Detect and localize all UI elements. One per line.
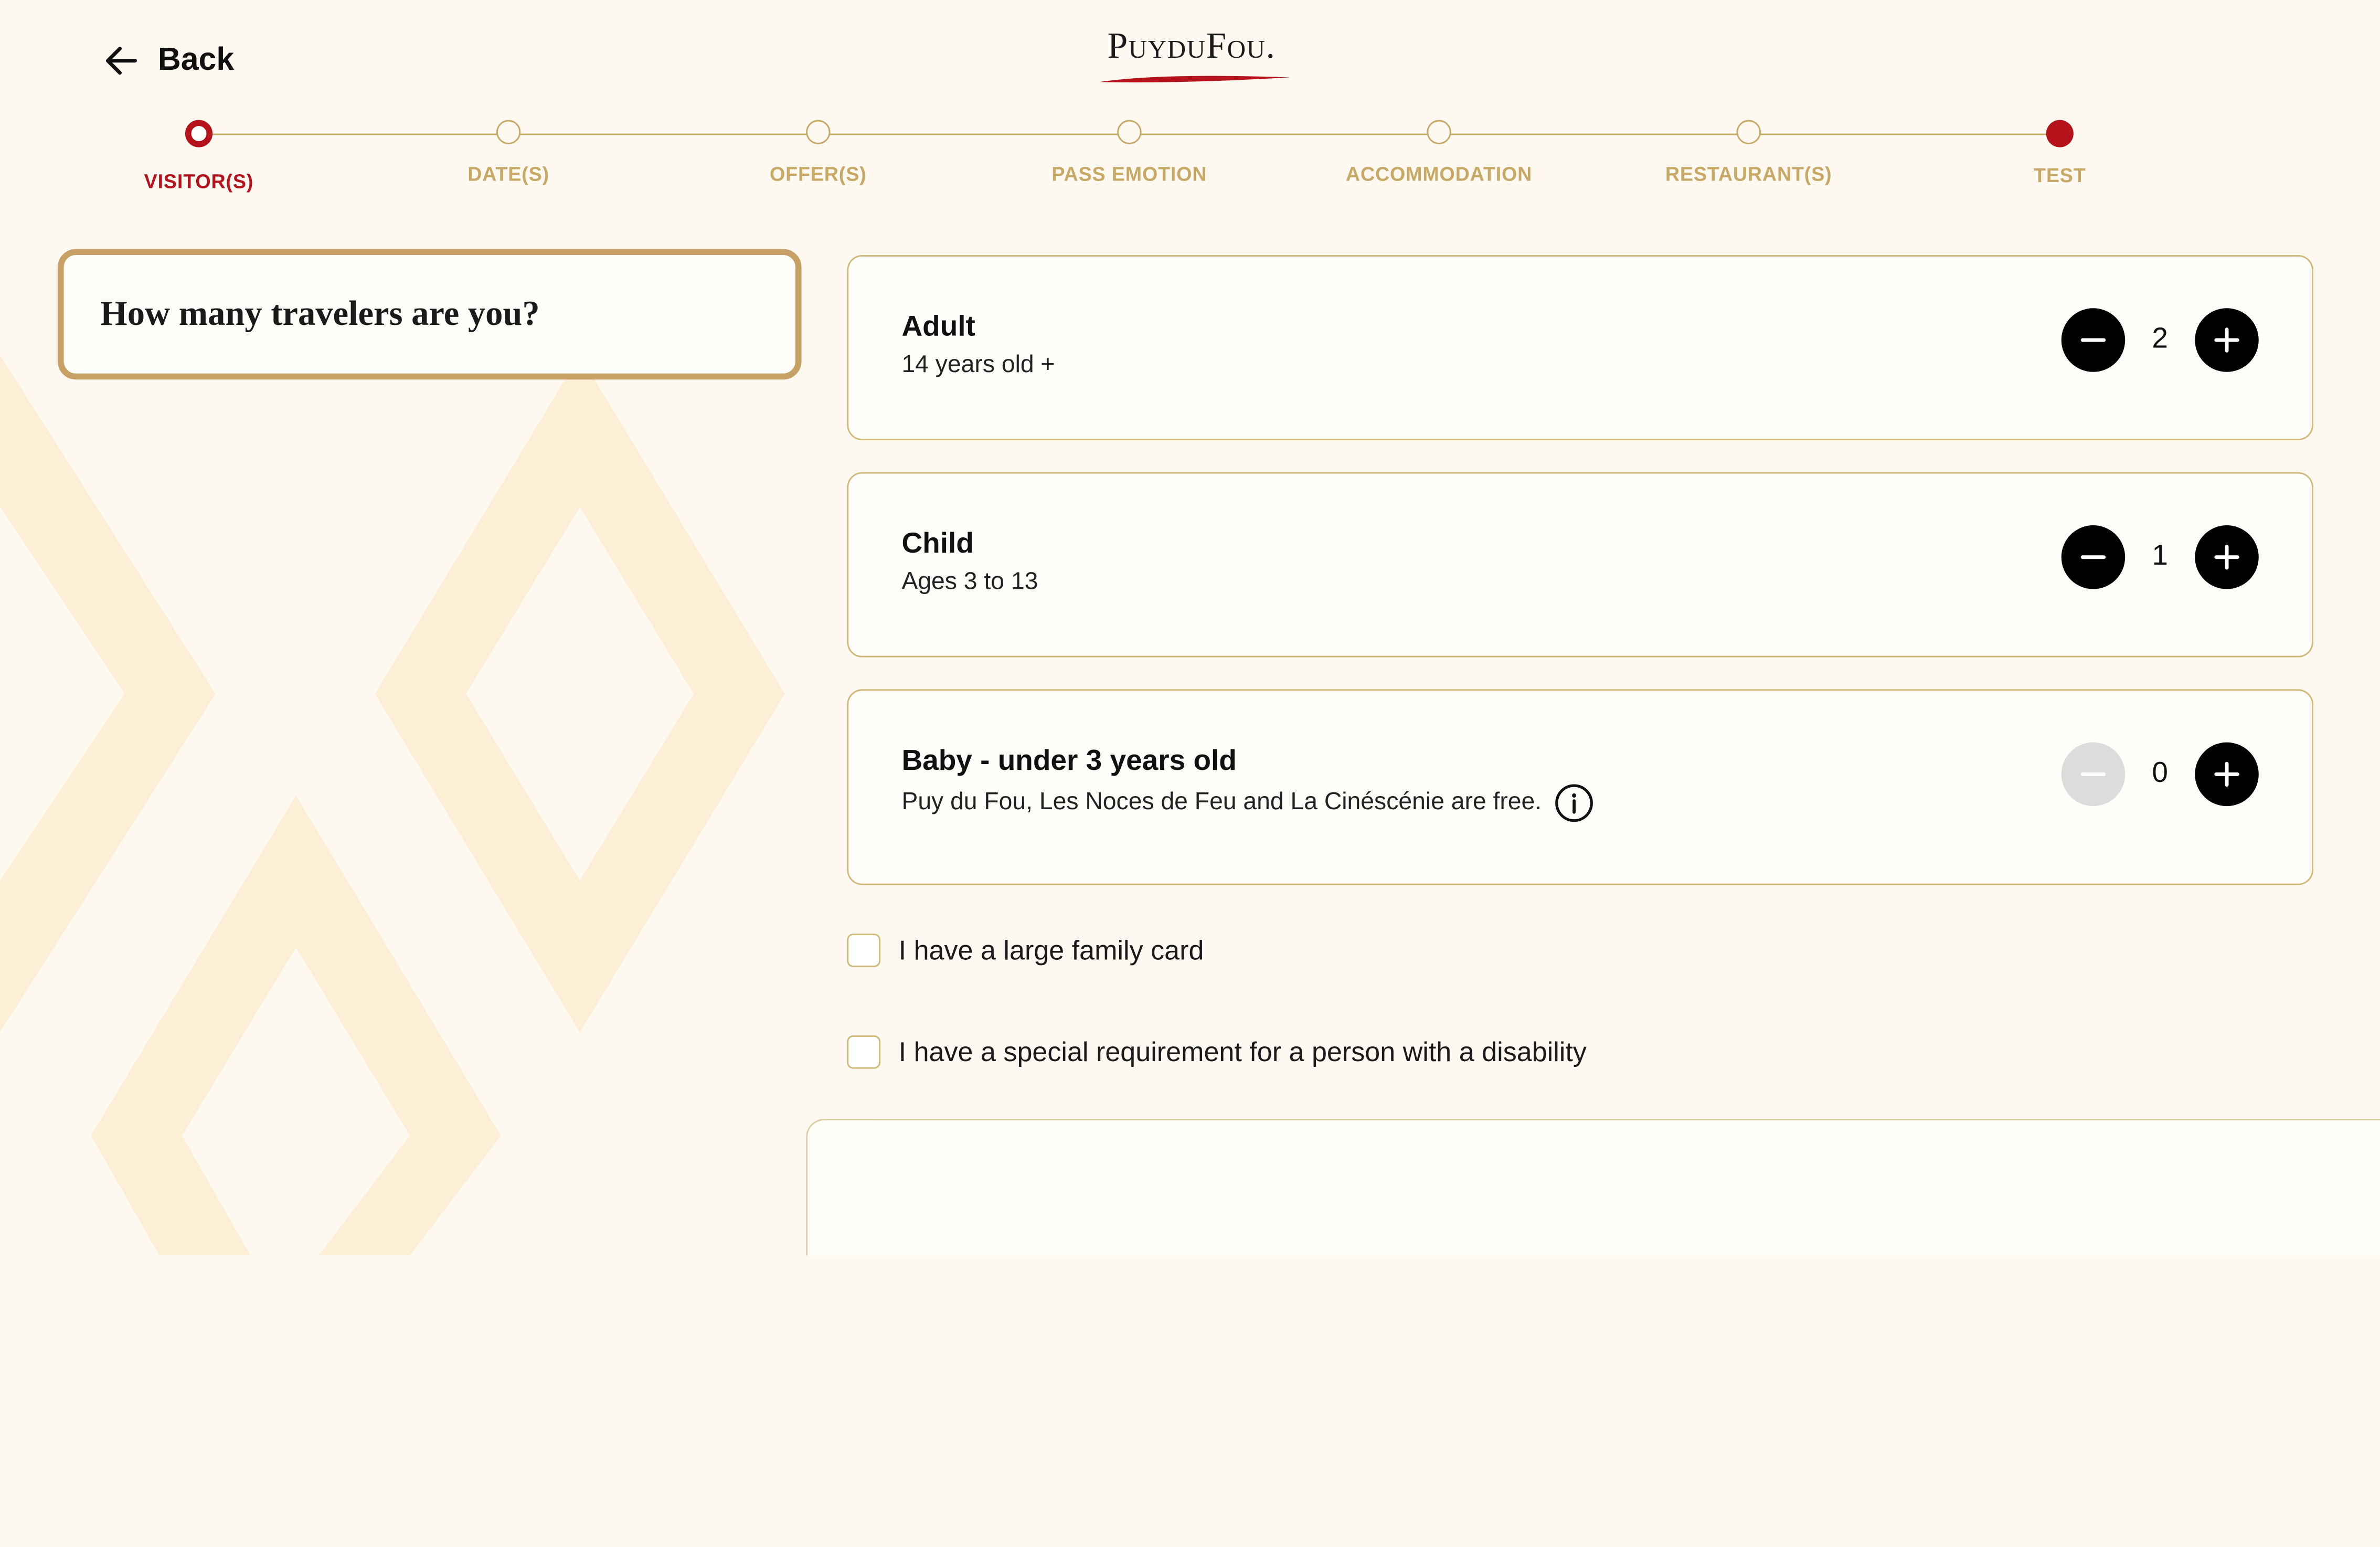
minus-icon (2080, 772, 2106, 776)
pattern-chevron-left (0, 355, 216, 1033)
step-label: TEST (2033, 164, 2086, 187)
disability-checkbox[interactable] (847, 1035, 880, 1069)
traveler-subtitle: Puy du Fou, Les Noces de Feu and La Ciné… (901, 783, 1593, 823)
traveler-subtitle: 14 years old + (901, 352, 1055, 379)
back-button[interactable]: Back (103, 43, 234, 79)
step-pass-emotion[interactable]: PASS EMOTION (978, 115, 1281, 185)
logo-brushstroke-icon (1099, 76, 1291, 82)
step-dot (1117, 120, 1142, 144)
info-icon[interactable] (1554, 783, 1593, 823)
traveler-title: Child (901, 528, 974, 560)
plus-icon (2214, 327, 2239, 353)
counter-value: 0 (2152, 757, 2169, 790)
increment-button[interactable] (2195, 742, 2259, 807)
progress-stepper: VISITOR(S) DATE(S) OFFER(S) PASS EMOTION… (0, 115, 2380, 207)
increment-button[interactable] (2195, 308, 2259, 372)
increment-button[interactable] (2195, 525, 2259, 589)
decrement-button[interactable] (2061, 308, 2126, 372)
plus-icon (2214, 545, 2239, 570)
step-label: DATE(S) (468, 162, 550, 185)
counter-value: 2 (2152, 323, 2169, 355)
step-test[interactable]: TEST (1908, 115, 2212, 187)
traveler-counter: 1 (2061, 525, 2259, 589)
decrement-button[interactable] (2061, 525, 2126, 589)
step-dot (496, 120, 521, 144)
puy-du-fou-logo: PuyduFou. (1062, 24, 1321, 91)
traveler-card-child: Child Ages 3 to 13 1 (847, 472, 2313, 658)
traveler-subtitle: Ages 3 to 13 (901, 569, 1038, 597)
traveler-card-baby: Baby - under 3 years old Puy du Fou, Les… (847, 689, 2313, 885)
step-label: PASS EMOTION (1051, 162, 1207, 185)
step-dot (2046, 120, 2074, 147)
back-label: Back (157, 43, 235, 78)
large-family-label: I have a large family card (898, 934, 1204, 965)
step-dot (806, 120, 831, 144)
step-dot (1427, 120, 1451, 144)
page: Back PuyduFou. VISITOR(S) DATE(S) OFFER(… (0, 0, 2380, 1547)
step-accommodation[interactable]: ACCOMMODATION (1287, 115, 1591, 185)
traveler-card-adult: Adult 14 years old + 2 (847, 255, 2313, 440)
decrement-button[interactable] (2061, 742, 2126, 807)
page-footer-area (0, 1255, 2380, 1547)
step-dates[interactable]: DATE(S) (357, 115, 661, 185)
step-offers[interactable]: OFFER(S) (666, 115, 970, 185)
large-family-checkbox-row[interactable]: I have a large family card (847, 934, 1204, 967)
large-family-checkbox[interactable] (847, 934, 880, 967)
traveler-counter: 0 (2061, 742, 2259, 807)
pattern-diamond-upper (375, 355, 785, 1033)
pattern-diamond-lower (91, 795, 501, 1256)
disability-label: I have a special requirement for a perso… (898, 1036, 1587, 1067)
traveler-title: Adult (901, 311, 975, 343)
traveler-title: Baby - under 3 years old (901, 745, 1237, 778)
step-dot (1736, 120, 1761, 144)
step-visitors[interactable]: VISITOR(S) (47, 115, 351, 193)
plus-icon (2214, 761, 2239, 787)
disability-checkbox-row[interactable]: I have a special requirement for a perso… (847, 1035, 1587, 1069)
arrow-left-icon (105, 47, 137, 75)
step-label: VISITOR(S) (144, 170, 254, 193)
question-box: How many travelers are you? (57, 249, 802, 380)
step-label: ACCOMMODATION (1345, 162, 1533, 185)
counter-value: 1 (2152, 540, 2169, 573)
step-restaurants[interactable]: RESTAURANT(S) (1597, 115, 1900, 185)
traveler-counter: 2 (2061, 308, 2259, 372)
step-label: OFFER(S) (770, 162, 867, 185)
minus-icon (2080, 338, 2106, 342)
minus-icon (2080, 555, 2106, 559)
traveler-subtitle-text: 14 years old + (901, 352, 1055, 378)
traveler-subtitle-text: Puy du Fou, Les Noces de Feu and La Ciné… (901, 789, 1542, 815)
traveler-subtitle-text: Ages 3 to 13 (901, 569, 1038, 596)
step-dot (185, 120, 213, 147)
logo-text: PuyduFou. (1107, 27, 1276, 67)
question-title: How many travelers are you? (100, 294, 540, 333)
step-label: RESTAURANT(S) (1665, 162, 1832, 185)
